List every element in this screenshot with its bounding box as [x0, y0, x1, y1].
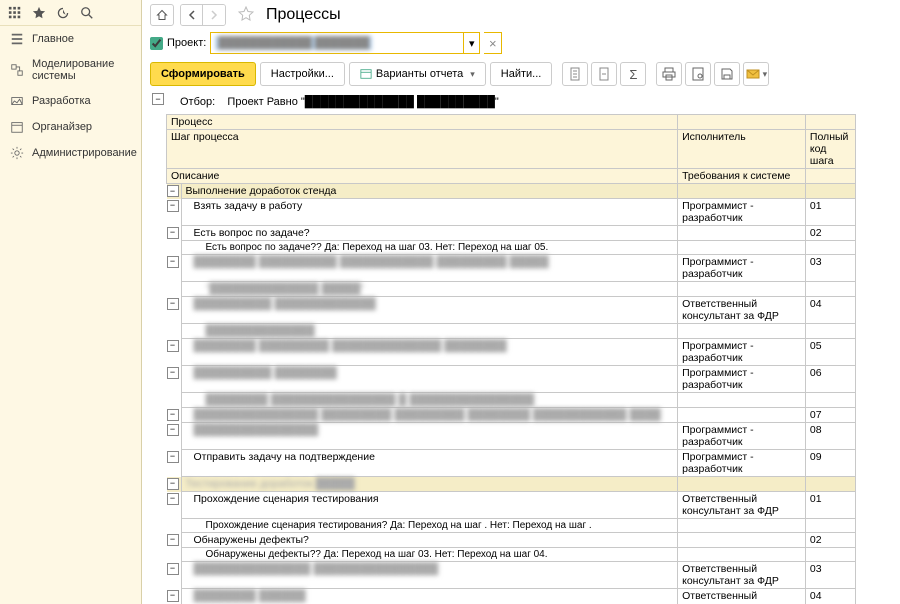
toolbar: Сформировать Настройки... Варианты отчет… [142, 56, 900, 92]
main-area: Процессы Проект: ████████████ ███████ ▾ … [142, 0, 900, 604]
project-checkbox[interactable] [150, 37, 163, 50]
project-dropdown[interactable]: ▾ [463, 33, 479, 53]
project-field[interactable]: ████████████ ███████ ▾ [210, 32, 480, 54]
tree-toggle[interactable]: − [167, 451, 179, 463]
report-table: ПроцессШаг процессаИсполнительПолный код… [166, 114, 856, 604]
tree-toggle[interactable]: − [167, 563, 179, 575]
tree-toggle[interactable]: − [167, 367, 179, 379]
forward-button[interactable] [203, 5, 225, 25]
selection-line: Отбор: Проект Равно "██████████████ ████… [166, 92, 900, 114]
sidebar: Главное Моделирование системы Разработка… [0, 0, 142, 604]
tree-toggle[interactable]: − [167, 478, 179, 490]
sidebar-toolbar [0, 0, 141, 26]
tree-toggle[interactable]: − [167, 534, 179, 546]
home-button[interactable] [150, 4, 174, 26]
expand-button[interactable] [562, 62, 588, 86]
nav-arrows [180, 4, 226, 26]
tree-toggle[interactable]: − [167, 493, 179, 505]
tree-toggle[interactable]: − [167, 340, 179, 352]
sidebar-item-admin[interactable]: Администрирование [0, 140, 141, 166]
settings-button[interactable]: Настройки... [260, 62, 345, 86]
tree-toggle[interactable]: − [167, 424, 179, 436]
filter-row: Проект: ████████████ ███████ ▾ × [142, 30, 900, 56]
email-button[interactable] [743, 62, 769, 86]
tree-toggle[interactable]: − [152, 93, 164, 105]
generate-button[interactable]: Сформировать [150, 62, 256, 86]
tree-toggle[interactable]: − [167, 409, 179, 421]
tree-toggle[interactable]: − [167, 590, 179, 602]
collapse-button[interactable] [591, 62, 617, 86]
report-area: − Отбор: Проект Равно "██████████████ ██… [142, 92, 900, 604]
apps-icon[interactable] [8, 6, 22, 20]
save-button[interactable] [714, 62, 740, 86]
tree-toggle[interactable]: − [167, 256, 179, 268]
sidebar-item-modeling[interactable]: Моделирование системы [0, 52, 141, 88]
sidebar-label: Моделирование системы [32, 58, 131, 82]
sidebar-label: Разработка [32, 95, 91, 107]
project-clear[interactable]: × [484, 32, 502, 54]
project-label: Проект: [167, 37, 206, 49]
page-title: Процессы [266, 6, 341, 24]
variants-button[interactable]: Варианты отчета [349, 62, 486, 86]
tree-toggle[interactable]: − [167, 185, 179, 197]
sidebar-label: Органайзер [32, 121, 92, 133]
sidebar-label: Администрирование [32, 147, 137, 159]
sum-button[interactable]: Σ [620, 62, 646, 86]
page-header: Процессы [142, 0, 900, 30]
sidebar-item-organizer[interactable]: Органайзер [0, 114, 141, 140]
print-button[interactable] [656, 62, 682, 86]
history-icon[interactable] [56, 6, 70, 20]
sidebar-item-dev[interactable]: Разработка [0, 88, 141, 114]
favorite-icon[interactable] [238, 6, 254, 25]
search-icon[interactable] [80, 6, 94, 20]
project-value: ████████████ ███████ [215, 36, 372, 50]
star-icon[interactable] [32, 6, 46, 20]
tree-toggle[interactable]: − [167, 227, 179, 239]
tree-toggle[interactable]: − [167, 298, 179, 310]
back-button[interactable] [181, 5, 203, 25]
preview-button[interactable] [685, 62, 711, 86]
tree-toggle[interactable]: − [167, 200, 179, 212]
sidebar-item-main[interactable]: Главное [0, 26, 141, 52]
sidebar-label: Главное [32, 33, 74, 45]
find-button[interactable]: Найти... [490, 62, 553, 86]
